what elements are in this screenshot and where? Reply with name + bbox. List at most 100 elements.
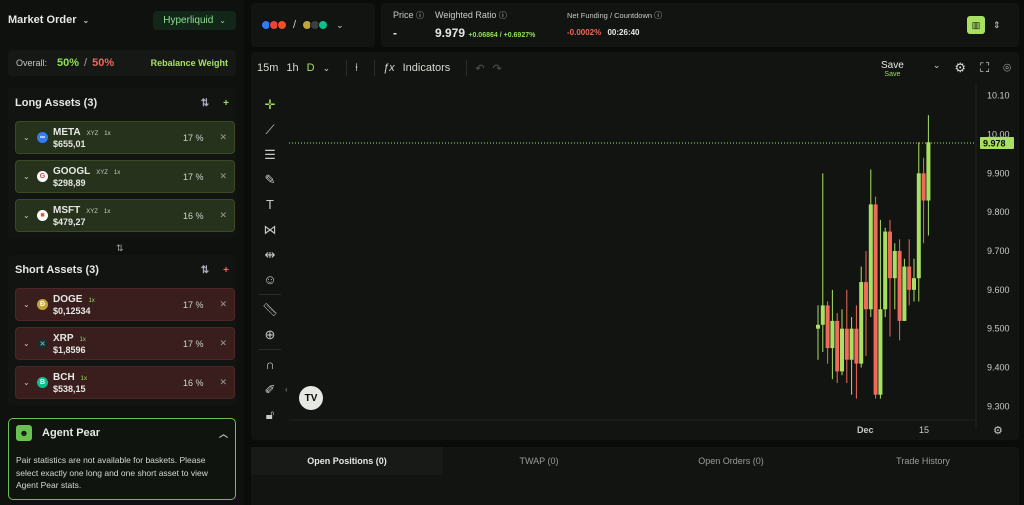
tradingview-logo-icon[interactable]: TV	[299, 386, 323, 410]
asset-leverage: 1x	[113, 169, 121, 176]
chevron-left-icon[interactable]: ‹	[285, 385, 288, 394]
asset-weight[interactable]: 17 %	[183, 300, 204, 310]
funding-label: Net Funding / Countdown	[567, 11, 653, 20]
short-asset-row[interactable]: ⌄ B BCH 1x $538,15 16 % ✕	[15, 366, 235, 399]
long-asset-row[interactable]: ⌄ ■ MSFT XYZ 1x $479,27 16 % ✕	[15, 199, 235, 232]
x-tick-label: Dec	[857, 425, 874, 435]
remove-icon[interactable]: ✕	[219, 377, 227, 388]
pattern-icon[interactable]: ⋈	[259, 217, 281, 242]
weighted-ratio-stat: Weighted Ratio ⓘ 9.979 +0.06864 / +0.692…	[435, 10, 535, 40]
chevron-up-icon[interactable]: ︿	[219, 427, 228, 440]
tab-open-positions[interactable]: Open Positions (0)	[251, 447, 443, 475]
asset-price: $655,01	[53, 138, 86, 149]
chevron-down-icon: ⌄	[336, 19, 344, 30]
axis-settings-icon[interactable]: ⚙	[993, 424, 1003, 437]
agent-pear-message: Pair statistics are not available for ba…	[16, 455, 208, 490]
network-label: Hyperliquid	[163, 14, 214, 26]
chevron-down-icon[interactable]: ⌄	[23, 172, 35, 181]
order-panel: Market Order ⌄ Hyperliquid ⌄ Overall: 50…	[0, 0, 244, 505]
chevron-down-icon[interactable]: ⌄	[23, 300, 35, 309]
microsoft-icon: ■	[37, 210, 48, 221]
chevron-down-icon[interactable]: ⌄	[23, 378, 35, 387]
text-icon[interactable]: T	[259, 192, 281, 217]
fib-lines-icon[interactable]: ☰	[259, 142, 281, 167]
info-icon[interactable]: ⓘ	[499, 11, 507, 20]
long-asset-row[interactable]: ⌄ G GOOGL XYZ 1x $298,89 17 % ✕	[15, 160, 235, 193]
tab-trade-history[interactable]: Trade History	[827, 447, 1019, 475]
candlestick-chart[interactable]: 10.1010.009.9009.8009.7009.6009.5009.400…	[251, 52, 1019, 440]
chevron-down-icon: ⌄	[219, 15, 226, 25]
lock-drawings-icon[interactable]: ✐	[259, 377, 281, 402]
asset-symbol: BCH	[53, 371, 75, 383]
info-icon[interactable]: ⓘ	[416, 11, 424, 20]
candle-body	[916, 173, 921, 279]
sort-icon[interactable]: ⇅	[201, 265, 209, 276]
asset-leverage: 1x	[88, 297, 95, 304]
layout-toggle[interactable]: ▥ ⇕	[967, 13, 1011, 37]
candle-body	[825, 305, 830, 349]
candle-body	[849, 328, 854, 360]
countdown-value: 00:26:40	[607, 28, 640, 37]
remove-icon[interactable]: ✕	[219, 210, 227, 221]
up-down-icon[interactable]: ⇕	[993, 20, 1001, 31]
chevron-down-icon[interactable]: ⌄	[23, 339, 35, 348]
short-asset-row[interactable]: ⌄ ✕ XRP 1x $1,8596 17 % ✕	[15, 327, 235, 360]
asset-weight[interactable]: 17 %	[183, 133, 204, 143]
overall-weights: Overall: 50% / 50% Rebalance Weight	[8, 50, 236, 76]
asset-leverage: 1x	[80, 375, 88, 382]
magnet-icon[interactable]: ∩	[259, 352, 281, 377]
y-tick-label: 9.800	[987, 207, 1010, 217]
pair-divider: /	[293, 19, 297, 31]
candle-body	[897, 251, 902, 321]
asset-symbol: META	[53, 126, 81, 138]
remove-icon[interactable]: ✕	[219, 338, 227, 349]
sort-icon[interactable]: ⇅	[201, 98, 209, 109]
pair-selector[interactable]: / ⌄	[251, 3, 375, 47]
info-icon[interactable]: ⓘ	[654, 11, 662, 20]
remove-icon[interactable]: ✕	[219, 299, 227, 310]
candle-body	[912, 278, 916, 290]
tab-open-orders[interactable]: Open Orders (0)	[635, 447, 827, 475]
remove-icon[interactable]: ✕	[219, 132, 227, 143]
order-type-dropdown[interactable]: Market Order ⌄	[8, 14, 89, 26]
order-type-label: Market Order	[8, 14, 77, 26]
overall-label: Overall:	[16, 58, 48, 68]
lock-icon[interactable]: 🔓︎	[259, 402, 281, 427]
crosshair-icon[interactable]: ✛	[259, 92, 281, 117]
network-selector[interactable]: Hyperliquid ⌄	[153, 10, 236, 30]
agent-pear-header[interactable]: ☻ Agent Pear ︿	[9, 419, 235, 447]
remove-icon[interactable]: ✕	[219, 171, 227, 182]
tab-twap[interactable]: TWAP (0)	[443, 447, 635, 475]
ratio-label: Weighted Ratio	[435, 10, 497, 20]
prediction-icon[interactable]: ⇹	[259, 242, 281, 267]
price-stat: Price ⓘ -	[393, 10, 424, 40]
add-long-asset-icon[interactable]: +	[223, 98, 229, 109]
agent-pear-panel: ☻ Agent Pear ︿ Pair statistics are not a…	[8, 418, 236, 500]
add-short-asset-icon[interactable]: +	[223, 265, 229, 276]
chart-layout-icon[interactable]: ▥	[967, 16, 985, 34]
chevron-down-icon: ⌄	[82, 15, 90, 25]
candle-body	[844, 328, 849, 360]
overall-sep: /	[84, 57, 88, 69]
agent-pear-title: Agent Pear	[42, 427, 101, 439]
asset-weight[interactable]: 16 %	[183, 378, 204, 388]
trend-line-icon[interactable]: ⟋	[259, 117, 281, 142]
ruler-icon[interactable]: 📏︎	[259, 297, 281, 322]
brush-icon[interactable]: ✎	[259, 167, 281, 192]
short-asset-row[interactable]: ⌄ Ð DOGE 1x $0,12534 17 % ✕	[15, 288, 235, 321]
order-header: Market Order ⌄ Hyperliquid ⌄	[8, 8, 236, 32]
zoom-in-icon[interactable]: ⊕	[259, 322, 281, 347]
microsoft-icon	[277, 20, 287, 30]
chevron-down-icon[interactable]: ⌄	[23, 211, 35, 220]
asset-weight[interactable]: 16 %	[183, 211, 204, 221]
asset-weight[interactable]: 17 %	[183, 339, 204, 349]
chart-panel: 15m 1h D ⌄ ⍿ ƒx Indicators ↶ ↷ Save Save…	[251, 52, 1019, 440]
y-tick-label: 9.400	[987, 363, 1010, 373]
long-asset-row[interactable]: ⌄ ∞ META XYZ 1x $655,01 17 % ✕	[15, 121, 235, 154]
asset-weight[interactable]: 17 %	[183, 172, 204, 182]
chevron-down-icon[interactable]: ⌄	[23, 133, 35, 142]
rebalance-weight-button[interactable]: Rebalance Weight	[151, 58, 228, 68]
candle-body	[892, 251, 897, 279]
emoji-icon[interactable]: ☺	[259, 267, 281, 292]
swap-sides-icon[interactable]: ⇅	[116, 243, 124, 254]
